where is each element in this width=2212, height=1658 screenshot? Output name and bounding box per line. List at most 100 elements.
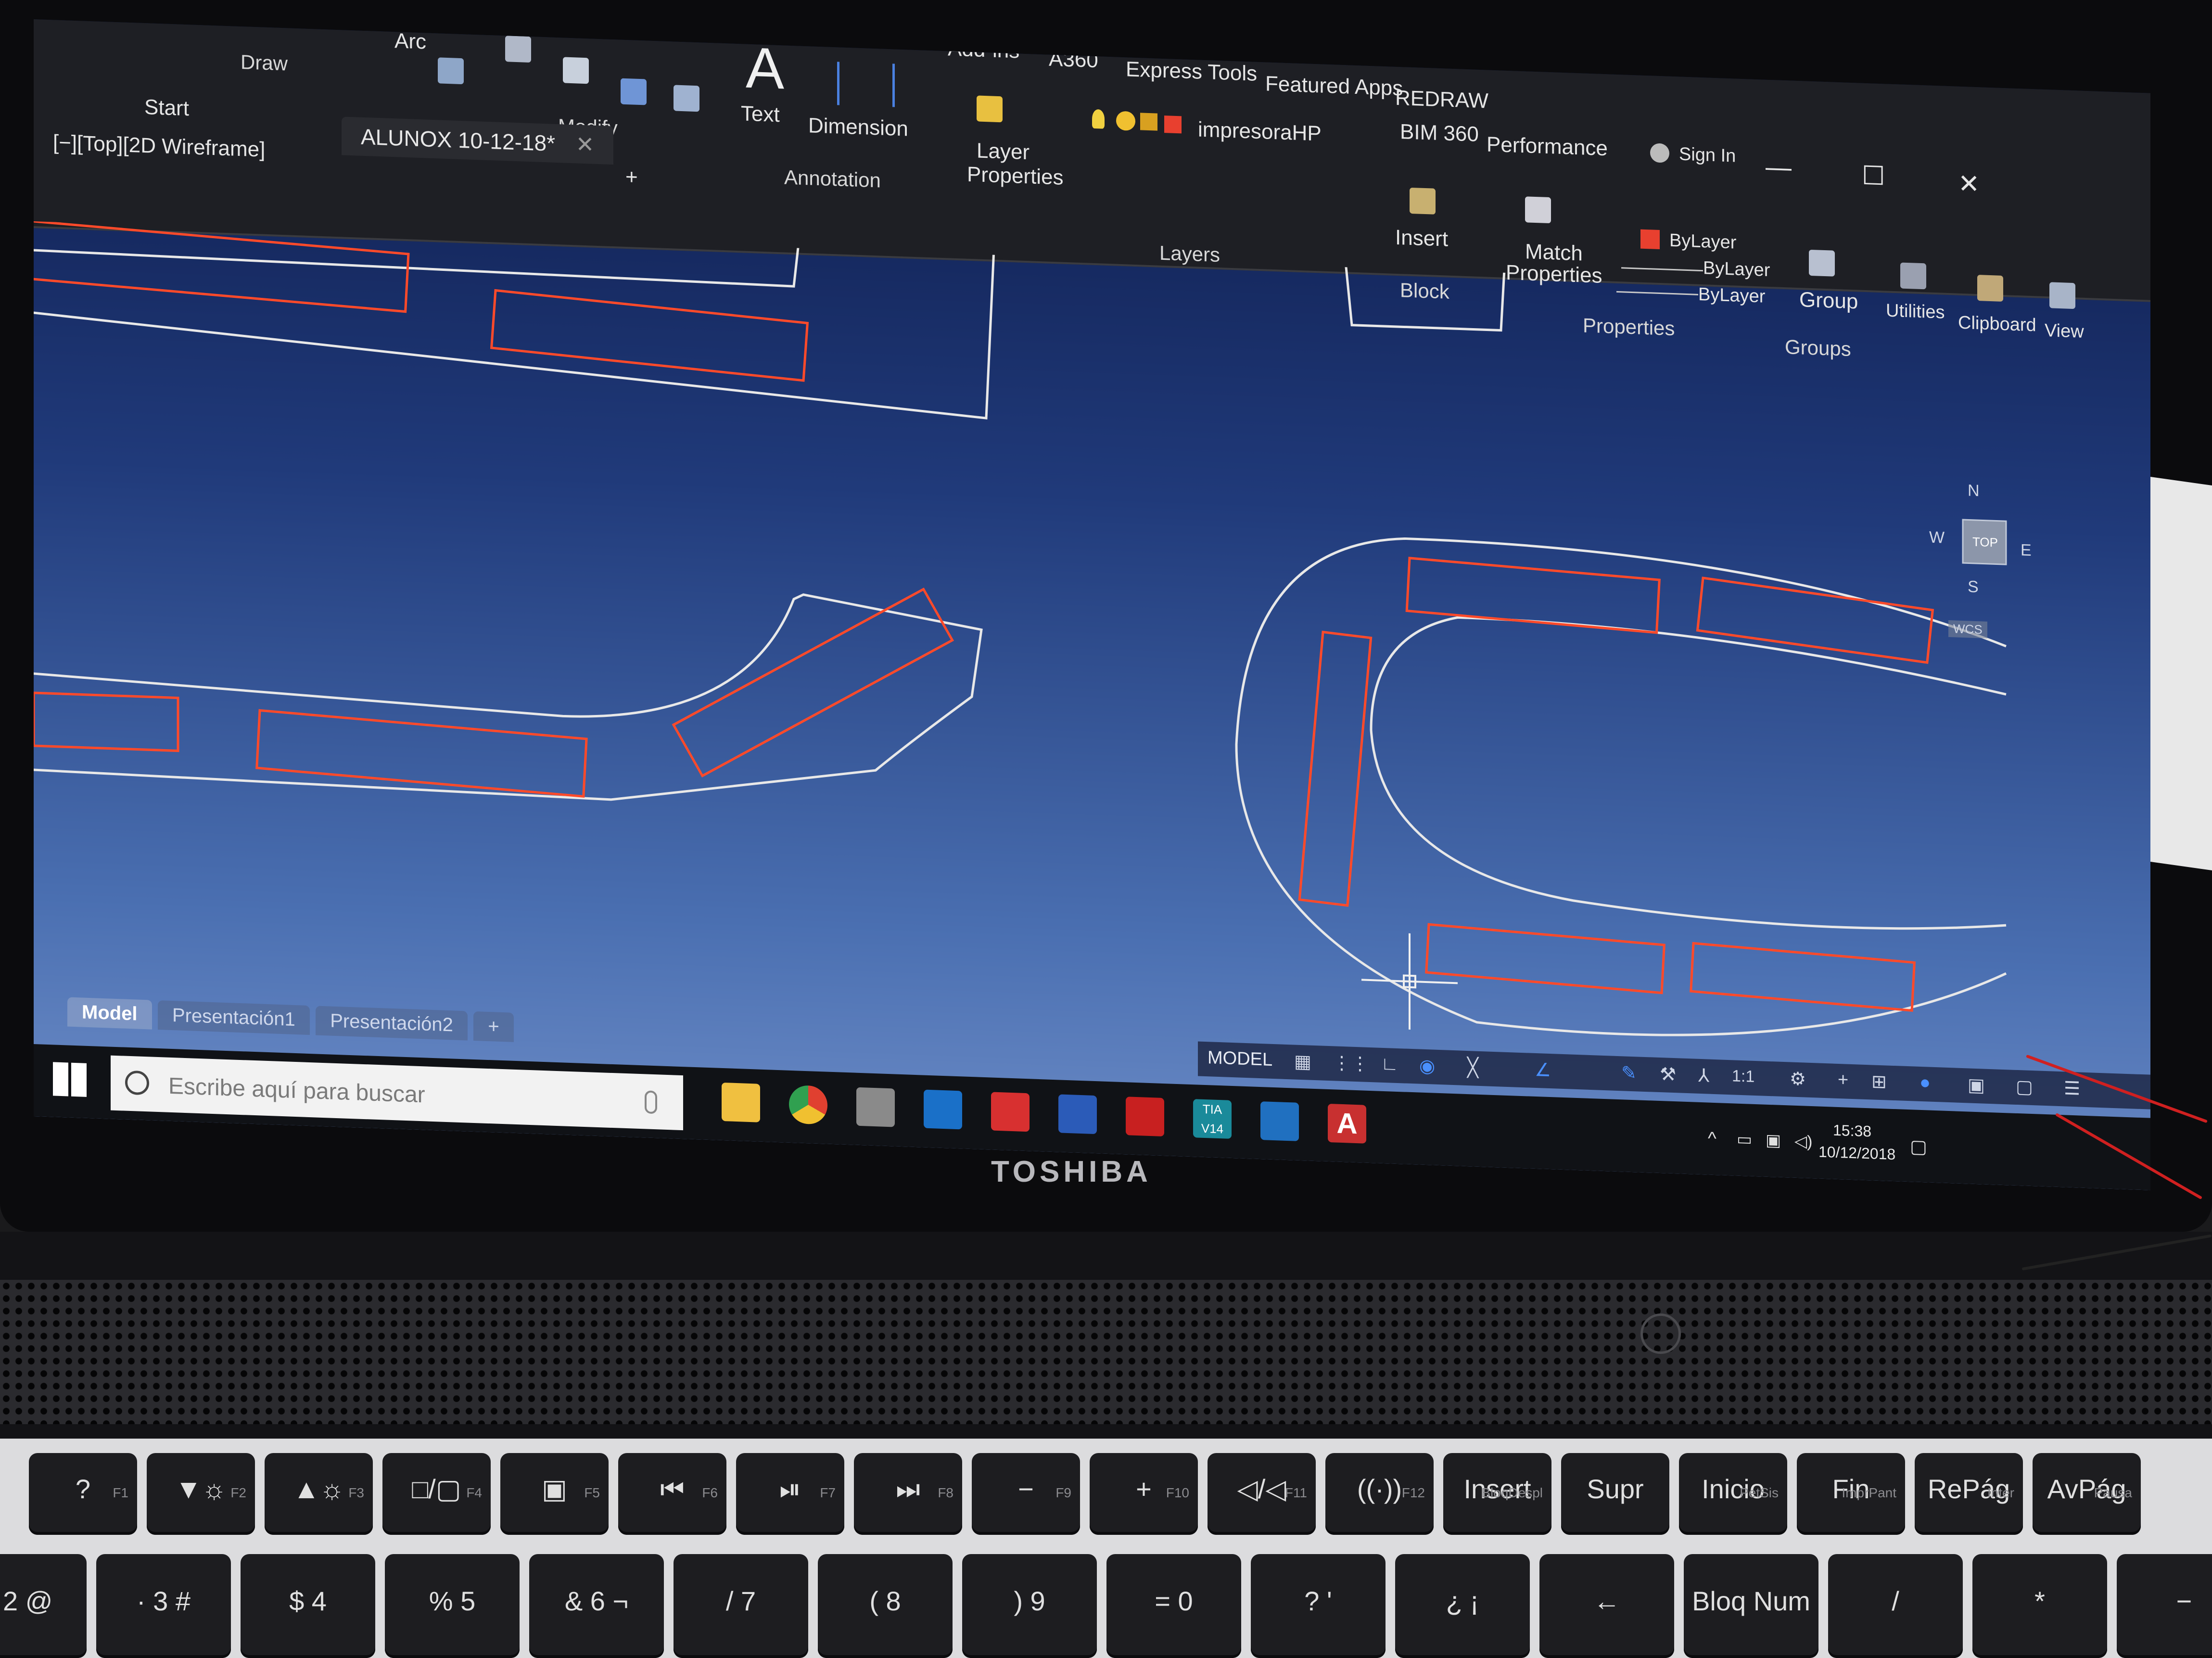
fkeys-key[interactable]: ? F1 <box>29 1453 137 1535</box>
minimize-icon[interactable]: — <box>1766 152 1792 183</box>
fkeys-key[interactable]: ▣ F5 <box>500 1453 609 1535</box>
maximize-icon[interactable]: ☐ <box>1862 160 1885 191</box>
sign-in-link[interactable]: Sign In <box>1679 144 1736 166</box>
utilities-icon[interactable] <box>1900 262 1926 290</box>
tab-express-tools[interactable]: Express Tools <box>1126 57 1257 86</box>
fkeys-key[interactable]: ⏯ F7 <box>736 1453 844 1535</box>
autocad-icon[interactable]: A <box>1328 1103 1366 1144</box>
lightbulb-icon[interactable] <box>1092 109 1105 129</box>
tab-performance[interactable]: Performance <box>1487 132 1608 161</box>
lineweight-icon[interactable]: ✎ <box>1621 1062 1637 1084</box>
search-box[interactable]: Escribe aquí para buscar <box>111 1055 683 1131</box>
close-icon[interactable]: ✕ <box>576 131 595 157</box>
dimension-icon[interactable] <box>837 62 895 107</box>
layer-properties-button-1[interactable]: Layer <box>977 139 1030 165</box>
tab-bim-360[interactable]: BIM 360 <box>1400 120 1479 147</box>
current-layer-name[interactable]: impresoraHP <box>1198 118 1322 146</box>
search-input[interactable]: Escribe aquí para buscar <box>168 1073 425 1109</box>
fillet-icon[interactable] <box>563 57 589 84</box>
model-space-button[interactable]: MODEL <box>1208 1047 1272 1071</box>
outlook-2-icon[interactable] <box>1260 1101 1299 1141</box>
numrow-key[interactable]: = 0 <box>1106 1554 1241 1658</box>
numrow-key[interactable]: ? ' <box>1251 1554 1386 1658</box>
numrow-key[interactable]: · 3 # <box>96 1554 231 1658</box>
layout-tab-presentacion2[interactable]: Presentación2 <box>316 1006 468 1041</box>
wcs-menu[interactable]: WCS <box>1948 620 1987 638</box>
numrow-key[interactable]: ← <box>1539 1554 1674 1658</box>
fkeys-key[interactable]: ⏭ F8 <box>854 1453 962 1535</box>
numrow-key[interactable]: % 5 <box>385 1554 520 1658</box>
annotation-visibility-icon[interactable]: ⚒ <box>1660 1063 1676 1085</box>
microphone-icon[interactable] <box>645 1090 657 1114</box>
chevron-up-icon[interactable]: ^ <box>1708 1129 1716 1150</box>
fkeys-key[interactable]: AvPág Pausa <box>2033 1453 2141 1535</box>
units-icon[interactable]: ⊞ <box>1871 1071 1887 1093</box>
viewcube-west[interactable]: W <box>1929 528 1945 548</box>
dimension-button[interactable]: Dimension <box>808 114 908 141</box>
numrow-key[interactable]: / <box>1828 1554 1963 1658</box>
word-icon[interactable] <box>1058 1094 1097 1135</box>
match-properties-icon[interactable] <box>1525 196 1551 224</box>
calculator-icon[interactable] <box>856 1087 895 1127</box>
numrow-key[interactable]: $ 4 <box>241 1554 375 1658</box>
polar-icon[interactable]: ◉ <box>1419 1055 1435 1077</box>
fkeys-key[interactable]: + F10 <box>1090 1453 1198 1535</box>
color-swatch-icon[interactable] <box>1640 229 1660 250</box>
snap-icon[interactable]: ⋮⋮ <box>1333 1052 1369 1075</box>
file-explorer-icon[interactable] <box>722 1082 760 1122</box>
grid-icon[interactable]: ▦ <box>1294 1050 1311 1072</box>
layer-properties-button-2[interactable]: Properties <box>967 163 1064 190</box>
fkeys-key[interactable]: Fin ImprPant <box>1797 1453 1905 1535</box>
isolate-icon[interactable]: ● <box>1920 1072 1931 1094</box>
numrow-key[interactable]: " 2 @ <box>0 1554 87 1658</box>
viewcube-east[interactable]: E <box>2021 541 2032 560</box>
panel-draw-label[interactable]: Draw <box>241 51 288 75</box>
tia-portal-icon[interactable]: TIA V14 <box>1193 1099 1232 1139</box>
insert-button[interactable]: Insert <box>1395 226 1448 252</box>
layout-tab-model[interactable]: Model <box>67 997 152 1030</box>
numrow-key[interactable]: ) 9 <box>962 1554 1097 1658</box>
viewcube-south[interactable]: S <box>1968 577 1979 597</box>
color-bylayer[interactable]: ByLayer <box>1669 230 1736 254</box>
layout-tab-presentacion1[interactable]: Presentación1 <box>158 1000 310 1035</box>
numrow-key[interactable]: & 6 ¬ <box>529 1554 664 1658</box>
volume-icon[interactable]: ◁) <box>1794 1132 1812 1151</box>
fkeys-key[interactable]: RePág Inter <box>1915 1453 2023 1535</box>
gear-icon[interactable]: ⚙ <box>1790 1068 1806 1090</box>
notifications-icon[interactable]: ▢ <box>1910 1135 1927 1158</box>
fkeys-key[interactable]: Insert BloqDespl <box>1443 1453 1551 1535</box>
array-icon[interactable] <box>621 78 647 105</box>
move-icon[interactable] <box>438 57 464 85</box>
start-tab[interactable]: Start <box>144 95 189 121</box>
network-icon[interactable]: ▣ <box>1766 1131 1781 1150</box>
insert-block-icon[interactable] <box>1410 187 1436 215</box>
group-icon[interactable] <box>1809 249 1835 277</box>
osnap-icon[interactable]: ╳ <box>1467 1057 1478 1079</box>
fkeys-key[interactable]: ◁/◁ F11 <box>1208 1453 1316 1535</box>
fkeys-key[interactable]: ▼☼ F2 <box>147 1453 255 1535</box>
tab-redraw[interactable]: REDRAW <box>1395 86 1488 114</box>
add-tab-button[interactable]: + <box>625 165 638 190</box>
linetype-bylayer[interactable]: ByLayer <box>1703 258 1770 281</box>
panel-annotation-label[interactable]: Annotation <box>784 166 881 192</box>
fkeys-key[interactable]: Inicio PetSis <box>1679 1453 1787 1535</box>
ortho-icon[interactable]: ∟ <box>1381 1054 1398 1075</box>
viewcube-north[interactable]: N <box>1968 481 1980 500</box>
fkeys-key[interactable]: □/▢ F4 <box>382 1453 491 1535</box>
ribbon-arc-label[interactable]: Arc <box>394 29 426 54</box>
customization-icon[interactable]: ☰ <box>2064 1077 2080 1099</box>
close-icon[interactable]: ✕ <box>1958 168 1980 200</box>
plus-icon[interactable]: + <box>1838 1070 1848 1091</box>
fkeys-key[interactable]: ▲☼ F3 <box>265 1453 373 1535</box>
autocad-warning-icon[interactable] <box>991 1092 1030 1132</box>
fkeys-key[interactable]: Supr <box>1561 1453 1669 1535</box>
numrow-key[interactable]: ¿ ¡ <box>1395 1554 1530 1658</box>
numrow-key[interactable]: / 7 <box>674 1554 808 1658</box>
drawing-canvas[interactable] <box>34 221 2150 1075</box>
numrow-key[interactable]: * <box>1972 1554 2107 1658</box>
otrack-icon[interactable]: ∠ <box>1535 1059 1551 1081</box>
tab-featured-apps[interactable]: Featured Apps <box>1265 72 1403 101</box>
clock-time[interactable]: 15:38 <box>1833 1122 1871 1141</box>
sun-icon[interactable] <box>1116 111 1135 131</box>
fkeys-key[interactable]: ⏮ F6 <box>618 1453 726 1535</box>
